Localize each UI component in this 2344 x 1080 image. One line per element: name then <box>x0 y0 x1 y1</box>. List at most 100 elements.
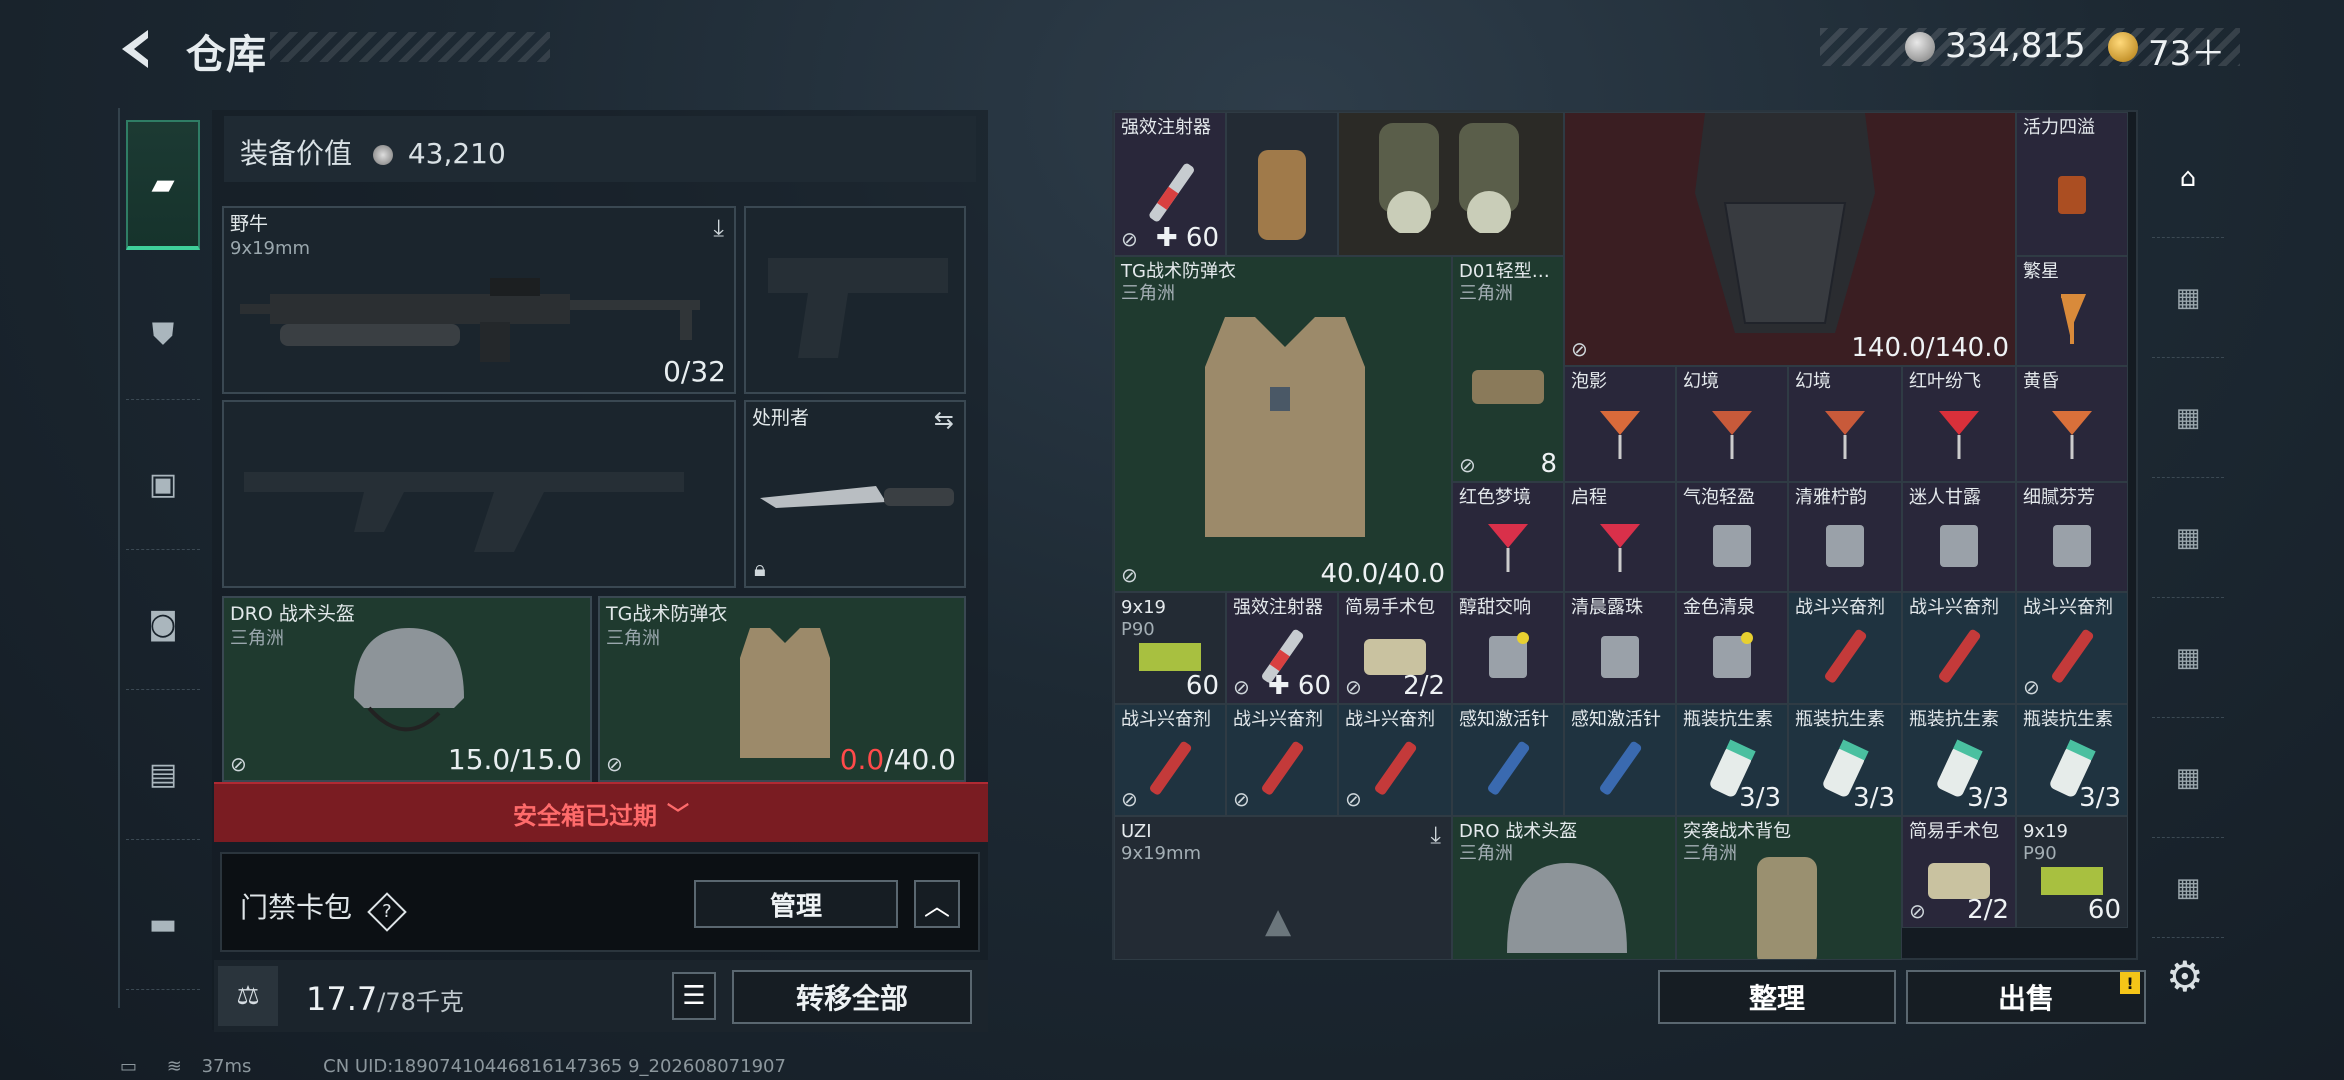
list-item[interactable]: ⊘ 140.0/140.0 <box>1564 112 2016 366</box>
item-qty: 3/3 <box>1739 783 1781 813</box>
item-name: 红叶纷飞 <box>1909 371 1981 392</box>
list-item[interactable]: 战斗兴奋剂 ⊘ <box>1226 704 1338 816</box>
nav-weapons[interactable]: ▰ <box>126 120 200 250</box>
download-icon[interactable]: ⤓ <box>1430 821 1441 849</box>
tab-storage-3[interactable]: ▦ <box>2152 358 2224 478</box>
download-icon[interactable]: ⤓ <box>713 214 724 242</box>
list-item[interactable]: 战斗兴奋剂 ⊘ <box>2016 592 2128 704</box>
item-name: 繁星 <box>2023 261 2059 282</box>
list-item[interactable]: 瓶装抗生素 3/3 <box>1788 704 1902 816</box>
chevron-left-icon <box>122 30 148 68</box>
list-item[interactable]: 战斗兴奋剂 <box>1902 592 2016 704</box>
safe-box-expired-banner[interactable]: 安全箱已过期 ﹀ <box>214 782 988 842</box>
storage-tab-icon: ▦ <box>2175 522 2201 553</box>
help-icon[interactable]: ? <box>367 892 407 932</box>
item-name: 醇甜交响 <box>1459 597 1531 618</box>
list-item[interactable]: 简易手术包 ⊘ 2/2 <box>1338 592 1452 704</box>
list-item[interactable] <box>1338 112 1564 256</box>
item-qty: 3/3 <box>1853 783 1895 813</box>
nav-pouch[interactable]: ▤ <box>126 710 200 840</box>
item-name: 9x19 <box>2023 821 2069 842</box>
item-qty: 3/3 <box>1967 783 2009 813</box>
list-item[interactable]: 细腻芬芳 <box>2016 482 2128 592</box>
list-item[interactable] <box>1226 112 1338 256</box>
rifle-slot[interactable] <box>222 400 736 588</box>
nav-chest-rig[interactable]: ▣ <box>126 420 200 550</box>
list-item[interactable]: 黄昏 <box>2016 366 2128 482</box>
list-item[interactable]: 启程 <box>1564 482 1676 592</box>
tab-storage-2[interactable]: ▦ <box>2152 238 2224 358</box>
chevron-up-icon[interactable]: ︿ <box>914 880 960 928</box>
tab-storage-5[interactable]: ▦ <box>2152 598 2224 718</box>
list-item[interactable]: 战斗兴奋剂 <box>1788 592 1902 704</box>
tab-storage-7[interactable]: ▦ <box>2152 838 2224 938</box>
list-item[interactable]: 9x19 P90 60 <box>2016 816 2128 928</box>
item-map: 三角洲 <box>1683 843 1737 864</box>
cocktail-image <box>1488 523 1528 572</box>
list-item[interactable]: 强效注射器 ⊘ ✚ 60 <box>1226 592 1338 704</box>
nav-case[interactable]: ▬ <box>126 860 200 990</box>
list-item[interactable]: 简易手术包 ⊘ 2/2 <box>1902 816 2016 928</box>
list-item[interactable]: 突袭战术背包 三角洲 <box>1676 816 1902 960</box>
list-item[interactable]: UZI 9x19mm ⤓ ▲ <box>1114 816 1452 960</box>
primary-weapon-slot[interactable]: 野牛 9x19mm ⤓ 0/32 <box>222 206 736 394</box>
item-name: 简易手术包 <box>1345 597 1435 618</box>
list-item[interactable]: 幻境 <box>1788 366 1902 482</box>
manage-button[interactable]: 管理 <box>694 880 898 928</box>
list-item[interactable]: 活力四溢 <box>2016 112 2128 256</box>
list-item[interactable]: 金色清泉 <box>1676 592 1788 704</box>
list-item[interactable]: 繁星 <box>2016 256 2128 366</box>
nav-armor[interactable]: ⛊ <box>126 270 200 400</box>
list-item[interactable]: 迷人甘露 <box>1902 482 2016 592</box>
currency-premium-value[interactable]: 73＋ <box>2148 26 2225 75</box>
list-item[interactable]: 瓶装抗生素 3/3 <box>1676 704 1788 816</box>
tab-storage-main[interactable]: ⌂ <box>2152 118 2224 238</box>
transfer-all-button[interactable]: 转移全部 <box>732 970 972 1024</box>
list-icon[interactable]: ☰ <box>672 972 716 1020</box>
coin-icon <box>1905 32 1935 62</box>
list-item[interactable]: 战斗兴奋剂 ⊘ <box>1338 704 1452 816</box>
list-item[interactable]: DRO 战术头盔 三角洲 <box>1452 816 1676 960</box>
item-name: 瓶装抗生素 <box>1683 709 1773 730</box>
list-item[interactable]: 瓶装抗生素 3/3 <box>1902 704 2016 816</box>
swap-icon[interactable]: ⇆ <box>934 406 954 434</box>
equipment-value: 装备价值 43,210 <box>224 116 976 182</box>
weight-icon: ⚖ <box>218 966 278 1026</box>
list-item[interactable]: 瓶装抗生素 3/3 <box>2016 704 2128 816</box>
secondary-weapon-slot[interactable] <box>744 206 966 394</box>
list-item[interactable]: 清晨露珠 <box>1564 592 1676 704</box>
list-item[interactable]: 红叶纷飞 <box>1902 366 2016 482</box>
back-button[interactable] <box>114 26 160 72</box>
storage-tab-icon: ▦ <box>2175 642 2201 673</box>
list-item[interactable]: 幻境 <box>1676 366 1788 482</box>
melee-slot[interactable]: 处刑者 ⇆ 🔒︎ <box>744 400 966 588</box>
helmet-durability: 15.0/15.0 <box>447 743 582 776</box>
tab-storage-4[interactable]: ▦ <box>2152 478 2224 598</box>
list-item[interactable]: 清雅柠韵 <box>1788 482 1902 592</box>
cocktail-image <box>2052 411 2092 460</box>
list-item[interactable]: 气泡轻盈 <box>1676 482 1788 592</box>
list-item[interactable]: 战斗兴奋剂 ⊘ <box>1114 704 1226 816</box>
armor-slot[interactable]: TG战术防弹衣 三角洲 ⊘ 0.0/40.0 <box>598 596 966 782</box>
triangle-logo-icon: ▲ <box>1265 901 1292 941</box>
item-name: 战斗兴奋剂 <box>2023 597 2113 618</box>
list-item[interactable]: 感知激活针 <box>1452 704 1564 816</box>
armor-map: 三角洲 <box>606 628 660 649</box>
lock-icon: 🔒︎ <box>754 557 766 582</box>
list-item[interactable]: TG战术防弹衣 三角洲 ⊘ 40.0/40.0 <box>1114 256 1452 592</box>
list-item[interactable]: 9x19 P90 60 <box>1114 592 1226 704</box>
list-item[interactable]: 感知激活针 <box>1564 704 1676 816</box>
list-item[interactable]: D01轻型… 三角洲 ⊘ 8 <box>1452 256 1564 482</box>
injector-image <box>1150 741 1192 795</box>
list-item[interactable]: 强效注射器 ⊘ ✚ 60 <box>1114 112 1226 256</box>
list-item[interactable]: 红色梦境 <box>1452 482 1564 592</box>
sort-button[interactable]: 整理 <box>1658 970 1896 1024</box>
gear-icon[interactable]: ⚙ <box>2166 952 2204 1001</box>
list-item[interactable]: 醇甜交响 <box>1452 592 1564 704</box>
list-item[interactable]: 泡影 <box>1564 366 1676 482</box>
item-sub: 9x19mm <box>1121 843 1202 864</box>
tab-storage-6[interactable]: ▦ <box>2152 718 2224 838</box>
nav-backpack[interactable]: ◙ <box>126 560 200 690</box>
sell-button[interactable]: 出售 <box>1906 970 2146 1024</box>
helmet-slot[interactable]: DRO 战术头盔 三角洲 ⊘ 15.0/15.0 <box>222 596 592 782</box>
